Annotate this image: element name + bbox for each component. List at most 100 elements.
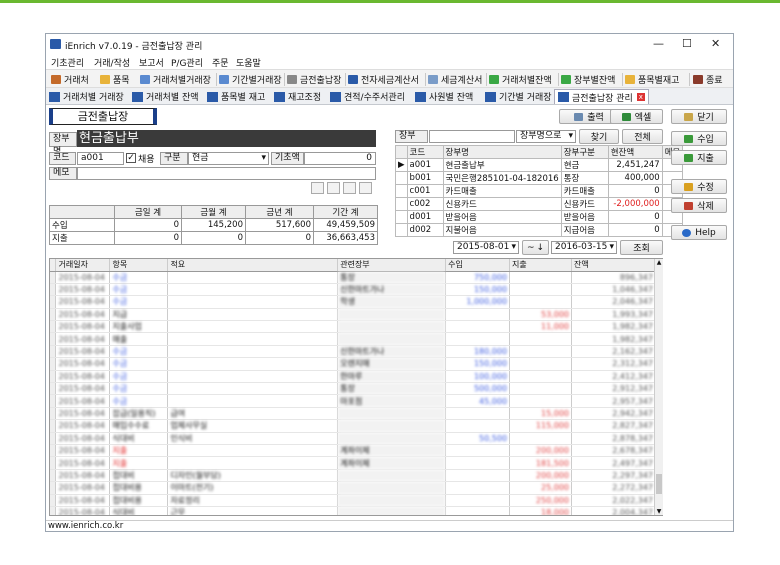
show-all-button[interactable]: 전체 <box>622 129 663 144</box>
income-button[interactable]: 수입 <box>671 131 727 146</box>
table-row[interactable]: 2015-08-04 지출사업 11,000 1,982,347 <box>50 320 656 334</box>
table-row[interactable]: 2015-08-04 매입수수료 업체사무실 115,000 2,827,347 <box>50 419 656 433</box>
find-button[interactable]: 찾기 <box>579 129 619 144</box>
table-row[interactable]: 2015-08-04 잡급(일용직) 급여 15,000 2,942,347 <box>50 407 656 421</box>
help-button[interactable]: Help <box>671 225 727 240</box>
table-row[interactable]: 2015-08-04 수금 신한마트가나 180,000 2,162,347 <box>50 345 656 359</box>
excel-button[interactable]: 엑셀 <box>610 109 663 124</box>
type-select[interactable]: 현금 ▾ <box>188 152 269 165</box>
page-close-button[interactable]: 닫기 <box>671 109 727 124</box>
tab-quotes[interactable]: 견적/수주서관리 <box>330 89 405 104</box>
delete-row-icon[interactable] <box>359 182 372 194</box>
tab-close-icon[interactable]: x <box>636 93 645 101</box>
account-row[interactable]: b001 국민은행285101-04-182016 통장 400,000 <box>395 171 684 185</box>
tab-cashbook-manage[interactable]: 금전출납장 관리 x <box>554 89 649 104</box>
date-to-field[interactable]: 2016-03-15 ▾ <box>551 241 617 254</box>
delete-button[interactable]: 삭제 <box>671 198 727 213</box>
table-row[interactable]: 2015-08-04 식대비 근무 18,000 2,004,347 <box>50 506 656 515</box>
toolbar-tax-invoice[interactable]: 세금계산서 <box>428 73 482 86</box>
tab-customer-ledger[interactable]: 거래처별 거래장 <box>49 89 124 104</box>
table-row[interactable]: 2015-08-04 식대비 인식비 50,500 2,878,347 <box>50 432 656 445</box>
toolbar-book-balance[interactable]: 장부별잔액 <box>561 73 615 86</box>
tab-period-ledger[interactable]: 기간별 거래장 <box>485 89 552 104</box>
minimize-button[interactable]: — <box>653 37 664 50</box>
scroll-thumb[interactable] <box>656 474 662 494</box>
add-row-icon[interactable] <box>311 182 324 194</box>
table-row[interactable]: 2015-08-04 지급 53,000 1,993,347 <box>50 308 656 322</box>
table-row[interactable]: 2015-08-04 지출 계좌이체 200,000 2,678,347 <box>50 444 656 458</box>
date-from-field[interactable]: 2015-08-01 ▾ <box>453 241 519 254</box>
table-row[interactable]: 2015-08-04 수금 학생 1,000,000 2,046,347 <box>50 295 656 309</box>
close-button[interactable]: ✕ <box>711 37 720 50</box>
tab-item-stock[interactable]: 품목별 재고 <box>207 89 265 104</box>
expense-button[interactable]: 지출 <box>671 150 727 165</box>
ledger-header[interactable]: 항목 <box>109 259 169 272</box>
menu-report[interactable]: 보고서 <box>139 56 164 69</box>
edit-row-icon[interactable] <box>327 182 340 194</box>
ledger-expense: 115,000 <box>509 419 572 433</box>
table-row[interactable]: 2015-08-04 수금 한마루 100,000 2,412,347 <box>50 370 656 384</box>
ledger-desc <box>167 456 339 470</box>
table-row[interactable]: 2015-08-04 수금 통장 750,000 896,347 <box>50 271 656 284</box>
opening-balance-field[interactable]: 0 <box>304 152 376 165</box>
tab-customer-balance[interactable]: 거래처별 잔액 <box>132 89 199 104</box>
tab-stock-adjust[interactable]: 재고조정 <box>274 89 321 104</box>
toolbar-cashbook[interactable]: 금전출납장 <box>287 73 341 86</box>
toolbar-period-ledger[interactable]: 기간별거래장 <box>219 73 282 86</box>
table-row[interactable]: 2015-08-04 지출 계좌이체 181,500 2,497,347 <box>50 456 656 470</box>
ledger-header[interactable]: 지출 <box>509 259 572 272</box>
query-button[interactable]: 조회 <box>620 240 663 255</box>
tab-icon <box>330 91 341 102</box>
use-checkbox[interactable]: ✓ <box>126 153 136 163</box>
account-row[interactable]: d002 지불어음 지급어음 0 <box>395 223 684 237</box>
toolbar-customer[interactable]: 거래처 <box>51 73 89 86</box>
account-row[interactable]: d001 받을어음 받을어음 0 <box>395 210 684 224</box>
ledger-header[interactable]: 거래일자 <box>55 259 111 272</box>
date-range-toggle[interactable]: ~ ↓ <box>522 240 549 255</box>
table-row[interactable]: 2015-08-04 수금 통장 500,000 2,912,347 <box>50 382 656 396</box>
monitor-icon <box>348 75 358 84</box>
search-input[interactable] <box>429 130 515 143</box>
sort-select[interactable]: 장부명으로 ▾ <box>516 130 576 143</box>
book-name-field[interactable]: 현금출납부 <box>77 130 376 147</box>
table-row[interactable]: 2015-08-04 접대비용 이마트(전기) 25,000 2,272,347 <box>50 481 656 495</box>
menu-order[interactable]: 주문 <box>212 56 229 69</box>
account-row[interactable]: ▶ a001 현금출납부 현금 2,451,247 <box>395 158 684 172</box>
toolbar-e-tax-invoice[interactable]: 전자세금계산서 <box>348 73 419 86</box>
toolbar-exit[interactable]: 종료 <box>693 73 723 86</box>
account-name: 지불어음 <box>442 223 562 237</box>
memo-field[interactable] <box>77 167 376 180</box>
copy-row-icon[interactable] <box>343 182 356 194</box>
scroll-down-icon[interactable]: ▼ <box>655 508 663 515</box>
menu-transaction[interactable]: 거래/작성 <box>94 56 130 69</box>
toolbar-customer-balance[interactable]: 거래처별잔액 <box>489 73 552 86</box>
account-row[interactable]: c002 신용카드 신용카드 -2,000,000 <box>395 197 684 211</box>
ledger-scrollbar[interactable]: ▲ ▼ <box>654 259 663 515</box>
menu-help[interactable]: 도움말 <box>236 56 261 69</box>
delete-icon <box>684 201 694 210</box>
table-row[interactable]: 2015-08-04 수금 오렌지매 150,000 2,312,347 <box>50 357 656 371</box>
ledger-expense: 200,000 <box>509 469 572 483</box>
ledger-header[interactable]: 관련장부 <box>337 259 447 272</box>
scroll-up-icon[interactable]: ▲ <box>655 259 663 266</box>
toolbar-item-stock[interactable]: 품목별재고 <box>625 73 679 86</box>
table-row[interactable]: 2015-08-04 접대비용 자료정리 250,000 2,022,347 <box>50 494 656 507</box>
table-row[interactable]: 2015-08-04 수금 신한마트가나 150,000 1,046,347 <box>50 283 656 297</box>
table-row[interactable]: 2015-08-04 매출 1,982,347 <box>50 332 656 346</box>
ledger-balance: 2,497,347 <box>571 456 656 470</box>
menu-pg[interactable]: P/G관리 <box>171 56 203 69</box>
tab-employee-balance[interactable]: 사원별 잔액 <box>415 89 473 104</box>
menu-basic[interactable]: 기초관리 <box>51 56 84 69</box>
account-row[interactable]: c001 카드매출 카드매출 0 <box>395 184 684 198</box>
table-row[interactable]: 2015-08-04 수금 마포점 45,000 2,957,347 <box>50 394 656 408</box>
edit-button[interactable]: 수정 <box>671 179 727 194</box>
ledger-header[interactable]: 잔액 <box>571 259 656 272</box>
ledger-header[interactable]: 수입 <box>445 259 511 272</box>
code-field[interactable]: a001 <box>77 152 124 165</box>
table-row[interactable]: 2015-08-04 접대비 디자인(월부담) 200,000 2,297,347 <box>50 469 656 483</box>
ledger-income: 150,000 <box>445 357 511 371</box>
ledger-header[interactable]: 적요 <box>167 259 339 272</box>
maximize-button[interactable]: ☐ <box>682 37 692 50</box>
toolbar-customer-ledger[interactable]: 거래처별거래장 <box>140 73 211 86</box>
toolbar-item[interactable]: 품목 <box>100 73 130 86</box>
